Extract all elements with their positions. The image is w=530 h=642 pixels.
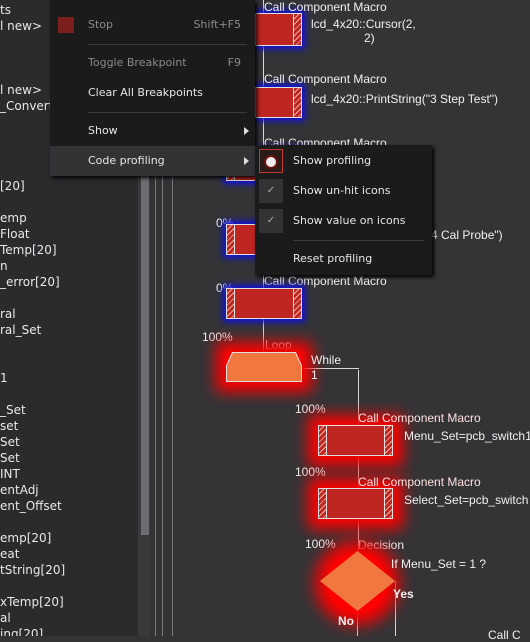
- icon-title: Call Component Macro: [264, 274, 387, 288]
- icon-text: Menu_Set=pcb_switch1: [404, 429, 530, 443]
- variable-item[interactable]: ing[20]: [0, 627, 43, 636]
- menu-label: Show un-hit icons: [293, 184, 391, 197]
- variable-item[interactable]: Temp[20]: [0, 243, 57, 257]
- icon-text: 2): [364, 31, 375, 45]
- flowchart-icon-call-macro[interactable]: [255, 13, 302, 46]
- variable-item[interactable]: _Set: [0, 403, 26, 417]
- variable-item[interactable]: Set: [0, 451, 20, 465]
- check-icon: ✓: [259, 179, 283, 203]
- menu-item-show-unhit-icons[interactable]: ✓ Show un-hit icons: [255, 176, 432, 206]
- flowchart-icon-call-macro[interactable]: [226, 288, 302, 319]
- submenu-arrow-icon: [244, 157, 249, 165]
- variable-item[interactable]: 1: [0, 371, 8, 385]
- variable-item[interactable]: _error[20]: [0, 275, 60, 289]
- icon-title: Call Component Macro: [358, 475, 481, 489]
- separator: [88, 44, 247, 45]
- variable-item[interactable]: set: [0, 419, 18, 433]
- decision-condition: If Menu_Set = 1 ?: [391, 557, 487, 571]
- variable-item[interactable]: emp: [0, 211, 27, 225]
- icon-title: Call C: [488, 628, 521, 642]
- menu-item-stop[interactable]: Stop Shift+F5: [50, 10, 255, 40]
- icon-text: 4 Cal Probe"): [431, 228, 503, 242]
- no-branch-label: No: [338, 614, 354, 628]
- menu-label: Clear All Breakpoints: [88, 86, 203, 99]
- variable-item[interactable]: emp[20]: [0, 531, 51, 545]
- loop-condition: While: [311, 353, 342, 367]
- shortcut: F9: [227, 56, 241, 69]
- menu-label: Toggle Breakpoint: [88, 56, 187, 69]
- stop-icon: [58, 17, 74, 33]
- shortcut: Shift+F5: [193, 18, 241, 31]
- variable-item[interactable]: [20]: [0, 179, 25, 193]
- submenu-arrow-icon: [244, 127, 249, 135]
- menu-item-toggle-breakpoint[interactable]: Toggle Breakpoint F9: [50, 48, 255, 78]
- menu-label: Reset profiling: [293, 252, 373, 265]
- menu-item-show[interactable]: Show: [50, 116, 255, 146]
- loop-condition: 1: [311, 368, 318, 382]
- menu-label: Show value on icons: [293, 214, 406, 227]
- menu-label: Show profiling: [293, 154, 372, 167]
- hit-percentage: 100%: [305, 537, 336, 551]
- variable-item[interactable]: n: [0, 259, 8, 273]
- menu-item-show-value-on-icons[interactable]: ✓ Show value on icons: [255, 206, 432, 236]
- menu-label: Show: [88, 124, 118, 137]
- menu-item-reset-profiling[interactable]: Reset profiling: [255, 244, 432, 274]
- ladybug-icon: [259, 149, 283, 173]
- yes-branch-label: Yes: [393, 587, 414, 601]
- flowchart-icon-decision[interactable]: [320, 551, 395, 611]
- variable-item[interactable]: ts: [0, 3, 11, 17]
- variable-item[interactable]: tString[20]: [0, 563, 65, 577]
- menu-item-clear-breakpoints[interactable]: Clear All Breakpoints: [50, 78, 255, 108]
- check-icon: ✓: [259, 209, 283, 233]
- variable-item[interactable]: INT: [0, 467, 20, 481]
- variable-item[interactable]: Float: [0, 227, 30, 241]
- hit-percentage: 100%: [202, 330, 233, 344]
- hit-percentage: 100%: [295, 402, 326, 416]
- variable-item[interactable]: Set: [0, 435, 20, 449]
- menu-item-show-profiling[interactable]: Show profiling: [255, 146, 432, 176]
- icon-title: Call Component Macro: [264, 72, 387, 86]
- hit-percentage: 100%: [295, 465, 326, 479]
- icon-text: lcd_4x20::PrintString("3 Step Test"): [311, 92, 499, 106]
- menu-label: Stop: [88, 18, 114, 31]
- separator: [88, 112, 247, 113]
- variable-item[interactable]: entAdj: [0, 483, 39, 497]
- icon-title: Decision: [358, 538, 405, 552]
- code-profiling-submenu: Show profiling ✓ Show un-hit icons ✓ Show …: [255, 145, 432, 275]
- menu-item-code-profiling[interactable]: Code profiling: [50, 146, 255, 176]
- icon-title: Loop: [265, 338, 292, 352]
- flowchart-icon-loop[interactable]: [226, 352, 302, 382]
- context-menu: Stop Shift+F5 Toggle Breakpoint F9 Clear…: [50, 0, 255, 176]
- icon-text: Select_Set=pcb_switch: [404, 493, 529, 507]
- icon-title: Call Component Macro: [264, 0, 387, 14]
- flowchart-icon-call-macro[interactable]: [318, 488, 393, 519]
- variable-item[interactable]: ent_Offset: [0, 499, 62, 513]
- variable-item[interactable]: xTemp[20]: [0, 595, 64, 609]
- menu-label: Code profiling: [88, 154, 165, 167]
- variable-item[interactable]: eat: [0, 547, 19, 561]
- variable-item[interactable]: ral: [0, 307, 16, 321]
- flowchart-icon-call-macro[interactable]: [255, 87, 302, 118]
- icon-title: Call Component Macro: [358, 411, 481, 425]
- icon-text: lcd_4x20::Cursor(2,: [311, 17, 416, 31]
- variable-item[interactable]: l new>: [0, 83, 42, 97]
- separator: [293, 240, 424, 241]
- variable-item[interactable]: al: [0, 611, 11, 625]
- flowchart-icon-call-macro[interactable]: [318, 425, 393, 456]
- variable-item[interactable]: _Convert: [0, 99, 53, 113]
- variable-item[interactable]: l new>: [0, 19, 42, 33]
- variable-item[interactable]: ral_Set: [0, 323, 41, 337]
